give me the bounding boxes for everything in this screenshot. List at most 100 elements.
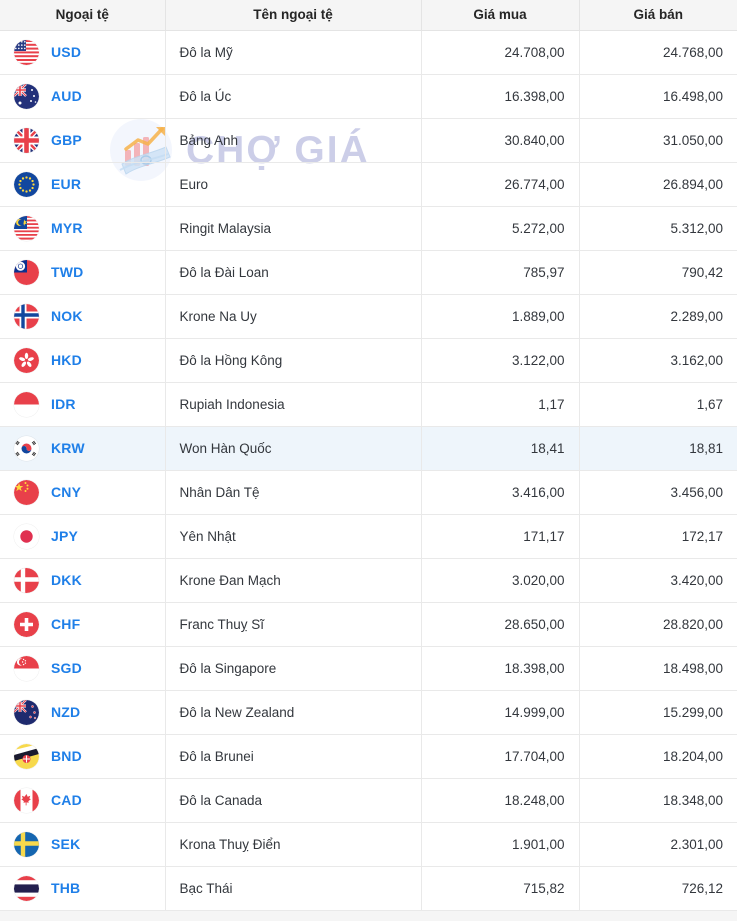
sell-price-cell: 18.498,00 [579, 646, 737, 690]
buy-price-cell: 1,17 [421, 382, 579, 426]
sell-price-cell: 18.204,00 [579, 734, 737, 778]
currency-code[interactable]: CHF [51, 616, 80, 632]
sell-price-cell: 15.299,00 [579, 690, 737, 734]
currency-cell: MYR [0, 206, 165, 250]
table-row[interactable]: NOKKrone Na Uy1.889,002.289,00 [0, 294, 737, 338]
currency-code[interactable]: AUD [51, 88, 82, 104]
currency-code[interactable]: KRW [51, 440, 85, 456]
table-row[interactable]: TWDĐô la Đài Loan785,97790,42 [0, 250, 737, 294]
currency-name-cell: Đô la Singapore [165, 646, 421, 690]
currency-name-cell: Yên Nhật [165, 514, 421, 558]
flag-no-icon [14, 304, 39, 329]
currency-name-cell: Bạc Thái [165, 866, 421, 910]
currency-code[interactable]: SGD [51, 660, 82, 676]
currency-cell: GBP [0, 118, 165, 162]
sell-price-cell: 1,67 [579, 382, 737, 426]
table-row[interactable]: SEK Krona Thuỵ Điển1.901,002.301,00 [0, 822, 737, 866]
table-row[interactable]: SGD Đô la Singapore18.398,0018.498,00 [0, 646, 737, 690]
table-row[interactable]: CHFFranc Thuỵ Sĩ28.650,0028.820,00 [0, 602, 737, 646]
currency-code[interactable]: NZD [51, 704, 80, 720]
table-row[interactable]: GBP Bảng Anh30.840,0031.050,00 [0, 118, 737, 162]
currency-code[interactable]: CNY [51, 484, 81, 500]
buy-price-cell: 5.272,00 [421, 206, 579, 250]
currency-cell: TWD [0, 250, 165, 294]
table-row[interactable]: NZDĐô la New Zealand14.999,0015.299,00 [0, 690, 737, 734]
currency-code[interactable]: JPY [51, 528, 78, 544]
currency-code[interactable]: THB [51, 880, 80, 896]
currency-code[interactable]: USD [51, 44, 81, 60]
flag-us-icon [14, 40, 39, 65]
sell-price-cell: 31.050,00 [579, 118, 737, 162]
currency-code[interactable]: CAD [51, 792, 82, 808]
sell-price-cell: 3.162,00 [579, 338, 737, 382]
currency-cell: HKD [0, 338, 165, 382]
buy-price-cell: 18.398,00 [421, 646, 579, 690]
flag-id-icon [14, 392, 39, 417]
flag-cn-icon [14, 480, 39, 505]
currency-code[interactable]: EUR [51, 176, 81, 192]
sell-price-cell: 2.301,00 [579, 822, 737, 866]
flag-my-icon [14, 216, 39, 241]
table-row[interactable]: JPYYên Nhật171,17172,17 [0, 514, 737, 558]
column-header-buy-price[interactable]: Giá mua [421, 0, 579, 30]
currency-cell: EUR [0, 162, 165, 206]
currency-name-cell: Đô la Mỹ [165, 30, 421, 74]
currency-cell: CHF [0, 602, 165, 646]
column-header-sell-price[interactable]: Giá bán [579, 0, 737, 30]
flag-jp-icon [14, 524, 39, 549]
currency-name-cell: Krona Thuỵ Điển [165, 822, 421, 866]
currency-code[interactable]: GBP [51, 132, 82, 148]
currency-code[interactable]: IDR [51, 396, 76, 412]
table-row[interactable]: DKKKrone Đan Mạch3.020,003.420,00 [0, 558, 737, 602]
currency-name-cell: Đô la Canada [165, 778, 421, 822]
currency-code[interactable]: MYR [51, 220, 83, 236]
currency-name-cell: Bảng Anh [165, 118, 421, 162]
currency-name-cell: Rupiah Indonesia [165, 382, 421, 426]
sell-price-cell: 5.312,00 [579, 206, 737, 250]
currency-code[interactable]: HKD [51, 352, 82, 368]
exchange-rate-table: Ngoại tệ Tên ngoại tệ Giá mua Giá bán US… [0, 0, 737, 911]
buy-price-cell: 30.840,00 [421, 118, 579, 162]
currency-code[interactable]: SEK [51, 836, 80, 852]
table-row[interactable]: USD Đô la Mỹ24.708,0024.768,00 [0, 30, 737, 74]
buy-price-cell: 1.901,00 [421, 822, 579, 866]
sell-price-cell: 18,81 [579, 426, 737, 470]
sell-price-cell: 18.348,00 [579, 778, 737, 822]
buy-price-cell: 24.708,00 [421, 30, 579, 74]
flag-ch-icon [14, 612, 39, 637]
table-row[interactable]: EUREuro26.774,0026.894,00 [0, 162, 737, 206]
flag-sg-icon [14, 656, 39, 681]
table-row[interactable]: HKD Đô la Hồng Kông3.122,003.162,00 [0, 338, 737, 382]
currency-name-cell: Krone Đan Mạch [165, 558, 421, 602]
sell-price-cell: 24.768,00 [579, 30, 737, 74]
column-header-currency-name[interactable]: Tên ngoại tệ [165, 0, 421, 30]
table-row[interactable]: MYRRingit Malaysia5.272,005.312,00 [0, 206, 737, 250]
sell-price-cell: 26.894,00 [579, 162, 737, 206]
flag-se-icon [14, 832, 39, 857]
currency-code[interactable]: BND [51, 748, 82, 764]
table-row[interactable]: IDR Rupiah Indonesia1,171,67 [0, 382, 737, 426]
flag-th-icon [14, 876, 39, 901]
sell-price-cell: 726,12 [579, 866, 737, 910]
currency-code[interactable]: NOK [51, 308, 83, 324]
currency-name-cell: Đô la Hồng Kông [165, 338, 421, 382]
currency-cell: NZD [0, 690, 165, 734]
column-header-currency[interactable]: Ngoại tệ [0, 0, 165, 30]
table-row[interactable]: AUDĐô la Úc16.398,0016.498,00 [0, 74, 737, 118]
buy-price-cell: 3.122,00 [421, 338, 579, 382]
currency-code[interactable]: DKK [51, 572, 82, 588]
currency-cell: CAD [0, 778, 165, 822]
currency-name-cell: Nhân Dân Tệ [165, 470, 421, 514]
buy-price-cell: 17.704,00 [421, 734, 579, 778]
buy-price-cell: 1.889,00 [421, 294, 579, 338]
table-row[interactable]: CADĐô la Canada18.248,0018.348,00 [0, 778, 737, 822]
currency-code[interactable]: TWD [51, 264, 83, 280]
table-row[interactable]: THBBạc Thái715,82726,12 [0, 866, 737, 910]
buy-price-cell: 26.774,00 [421, 162, 579, 206]
table-row[interactable]: KRWWon Hàn Quốc18,4118,81 [0, 426, 737, 470]
table-row[interactable]: BNDĐô la Brunei17.704,0018.204,00 [0, 734, 737, 778]
table-row[interactable]: CNYNhân Dân Tệ3.416,003.456,00 [0, 470, 737, 514]
buy-price-cell: 785,97 [421, 250, 579, 294]
table-body: USD Đô la Mỹ24.708,0024.768,00AUDĐô la Úc… [0, 30, 737, 910]
currency-cell: DKK [0, 558, 165, 602]
